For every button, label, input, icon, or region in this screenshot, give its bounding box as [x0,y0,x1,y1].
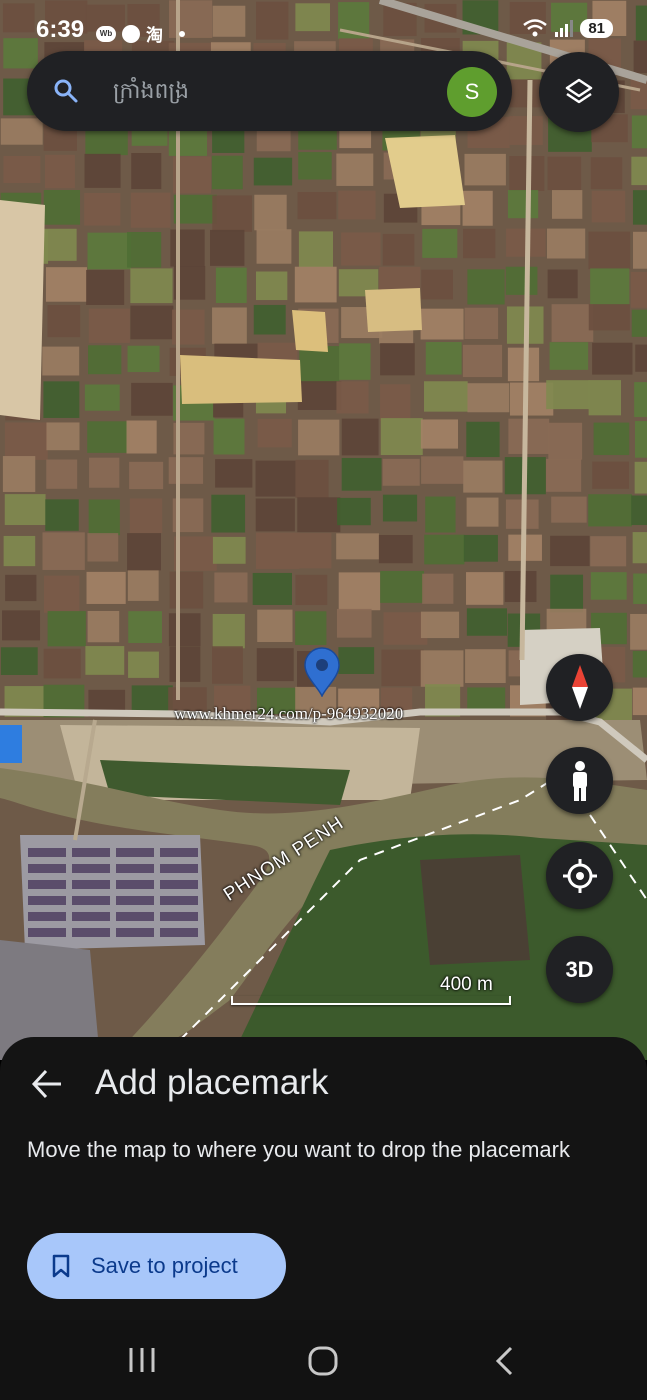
status-time: 6:39 [36,16,85,43]
search-bar[interactable]: S [27,51,512,131]
account-avatar[interactable]: S [447,67,497,117]
add-placemark-sheet: Add placemark Move the map to where you … [0,1037,647,1320]
signal-icon [555,20,574,37]
home-icon[interactable] [308,1346,338,1376]
pegman-icon [573,761,587,801]
layers-icon [565,78,593,104]
search-input[interactable] [113,73,433,109]
watermark-text: www.khmer24.com/p-964932020 [174,704,404,723]
system-nav-bar [0,1320,647,1400]
compass-icon [572,665,588,709]
my-location-icon [563,859,597,893]
search-icon [54,79,78,103]
sheet-description: Move the map to where you want to drop t… [27,1137,570,1162]
placemark-pin-icon[interactable] [303,647,341,702]
save-to-project-button[interactable]: Save to project [27,1233,286,1299]
wifi-icon [523,19,548,37]
my-location-button[interactable] [546,842,613,909]
battery-icon: 81 [580,18,613,38]
bookmark-icon [52,1254,70,1278]
layers-button[interactable] [539,52,619,132]
back-arrow-icon[interactable] [31,1069,63,1099]
status-bar: 6:39 Wb 淘 81 [0,0,647,56]
nav-back-icon[interactable] [494,1346,514,1376]
status-app-icons: Wb 淘 [96,21,185,46]
notification-dot-icon [179,30,185,37]
weibo-icon: Wb [96,25,116,42]
messenger-icon [122,24,140,43]
status-right: 81 [522,18,613,38]
satellite-map[interactable]: PHNOM PENH www.khmer24.com/p-964932020 4… [0,0,647,1060]
3d-toggle-button[interactable]: 3D [546,936,613,1003]
satellite-imagery [0,0,647,1060]
taobao-icon: 淘 [146,26,163,45]
compass-button[interactable] [546,654,613,721]
street-view-button[interactable] [546,747,613,814]
scale-bar [231,996,511,1005]
recents-icon[interactable] [128,1347,156,1373]
sheet-title: Add placemark [95,1063,329,1102]
scale-label: 400 m [440,974,493,995]
save-to-project-label: Save to project [91,1253,238,1278]
